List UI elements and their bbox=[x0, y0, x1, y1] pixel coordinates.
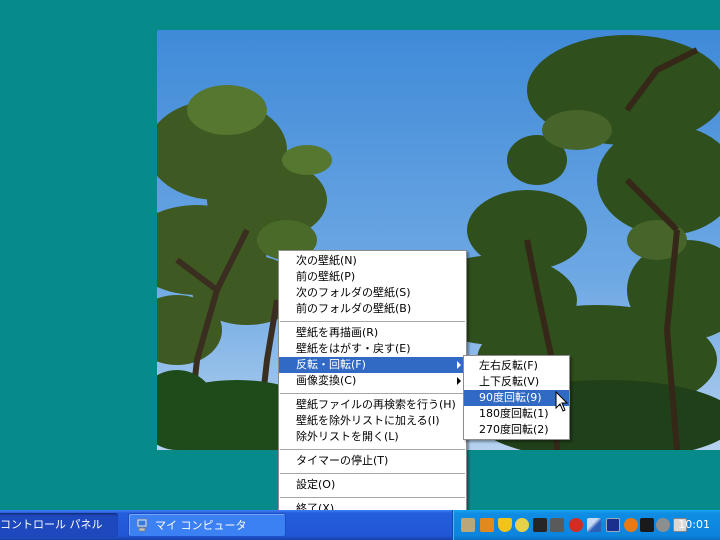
bolt-icon[interactable] bbox=[569, 518, 583, 532]
network-icon[interactable] bbox=[533, 518, 547, 532]
tool-icon[interactable] bbox=[550, 518, 564, 532]
menu-item-remove-restore-wallpaper[interactable]: 壁紙をはがす・戻す(E) bbox=[279, 341, 466, 357]
submenu-arrow-icon bbox=[457, 361, 461, 369]
menu-item-open-exclude-list[interactable]: 除外リストを開く(L) bbox=[279, 429, 466, 445]
menu-separator bbox=[280, 497, 465, 498]
display-icon[interactable] bbox=[606, 518, 620, 532]
menu-item-add-to-exclude-list[interactable]: 壁紙を除外リストに加える(I) bbox=[279, 413, 466, 429]
shield-icon[interactable] bbox=[498, 518, 512, 532]
pen-icon[interactable] bbox=[587, 518, 601, 532]
clock[interactable]: 10:01 bbox=[678, 518, 710, 531]
menu-item-stop-timer[interactable]: タイマーの停止(T) bbox=[279, 453, 466, 469]
menu-item-image-convert-label: 画像変換(C) bbox=[296, 374, 357, 387]
volume-icon[interactable] bbox=[624, 518, 638, 532]
mouse-pointer-icon bbox=[555, 390, 569, 416]
context-menu: 次の壁紙(N) 前の壁紙(P) 次のフォルダの壁紙(S) 前のフォルダの壁紙(B… bbox=[278, 250, 467, 528]
menu-item-prev-wallpaper[interactable]: 前の壁紙(P) bbox=[279, 269, 466, 285]
warning-icon[interactable] bbox=[515, 518, 529, 532]
menu-item-next-wallpaper[interactable]: 次の壁紙(N) bbox=[279, 253, 466, 269]
computer-icon bbox=[136, 518, 148, 532]
submenu-arrow-icon bbox=[457, 377, 461, 385]
headset-icon[interactable] bbox=[656, 518, 670, 532]
menu-separator bbox=[280, 321, 465, 322]
submenu-item-rotate-90[interactable]: 90度回転(9) bbox=[464, 390, 569, 406]
taskbar-button-my-computer[interactable]: マイ コンピュータ bbox=[128, 513, 286, 537]
menu-item-image-convert[interactable]: 画像変換(C) bbox=[279, 373, 466, 389]
submenu-item-rotate-180[interactable]: 180度回転(1) bbox=[464, 406, 569, 422]
taskbar-button-control-panel-label: コントロール パネル bbox=[0, 518, 103, 531]
menu-separator bbox=[280, 449, 465, 450]
menu-item-rescan-files[interactable]: 壁紙ファイルの再検索を行う(H) bbox=[279, 397, 466, 413]
menu-separator bbox=[280, 473, 465, 474]
menu-item-flip-rotate-label: 反転・回転(F) bbox=[296, 358, 366, 371]
taskbar-button-my-computer-label: マイ コンピュータ bbox=[155, 519, 247, 532]
menu-item-redraw-wallpaper[interactable]: 壁紙を再描画(R) bbox=[279, 325, 466, 341]
menu-item-flip-rotate[interactable]: 反転・回転(F) bbox=[279, 357, 466, 373]
menu-separator bbox=[280, 393, 465, 394]
menu-item-next-folder-wallpaper[interactable]: 次のフォルダの壁紙(S) bbox=[279, 285, 466, 301]
menu-item-prev-folder-wallpaper[interactable]: 前のフォルダの壁紙(B) bbox=[279, 301, 466, 317]
flip-rotate-submenu: 左右反転(F) 上下反転(V) 90度回転(9) 180度回転(1) 270度回… bbox=[463, 355, 570, 440]
menu-item-settings[interactable]: 設定(O) bbox=[279, 477, 466, 493]
folder-icon[interactable] bbox=[480, 518, 494, 532]
submenu-item-rotate-270[interactable]: 270度回転(2) bbox=[464, 422, 569, 438]
speaker-icon[interactable] bbox=[640, 518, 654, 532]
submenu-item-flip-vertical[interactable]: 上下反転(V) bbox=[464, 374, 569, 390]
app-icon[interactable] bbox=[461, 518, 475, 532]
system-tray: 10:01 bbox=[452, 510, 720, 540]
submenu-item-flip-horizontal[interactable]: 左右反転(F) bbox=[464, 358, 569, 374]
taskbar-button-control-panel[interactable]: コントロール パネル bbox=[0, 513, 118, 537]
